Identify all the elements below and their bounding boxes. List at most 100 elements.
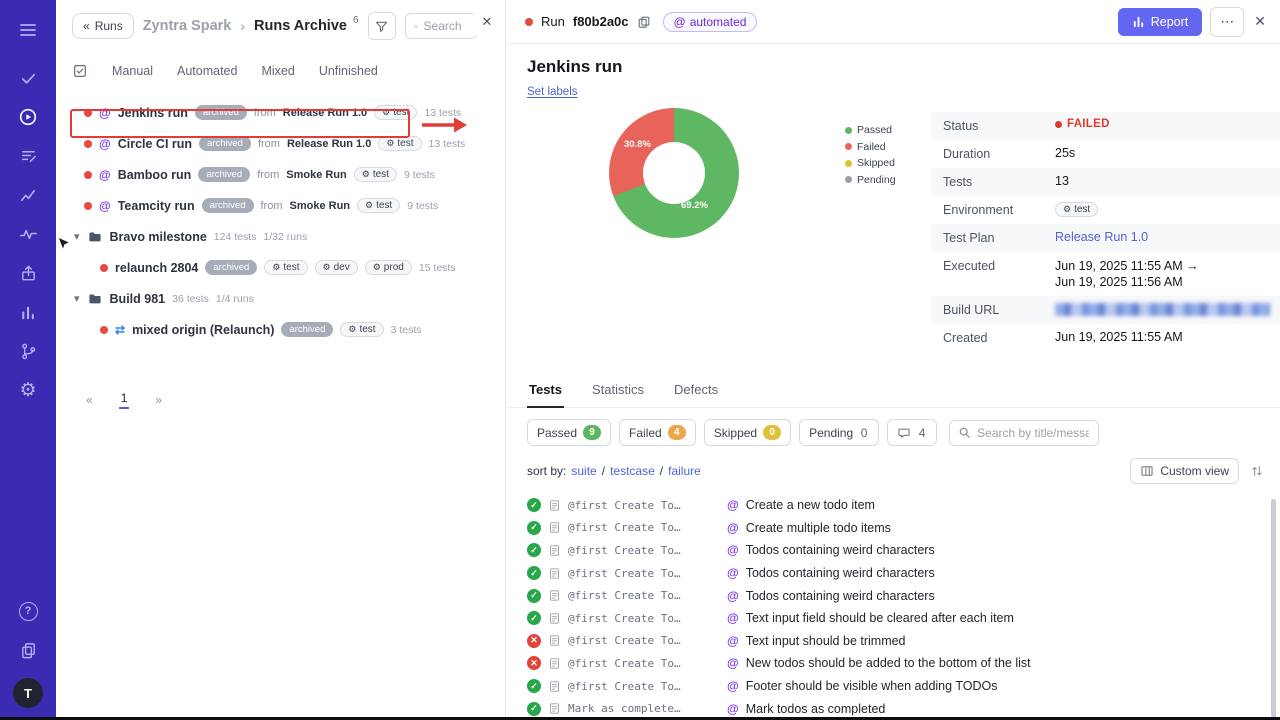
run-row-jenkins[interactable]: @ Jenkins run archived from Release Run … bbox=[56, 97, 505, 128]
tab-statistics[interactable]: Statistics bbox=[590, 372, 646, 407]
runs-check-icon[interactable] bbox=[11, 61, 45, 95]
folder-row-bravo-milestone[interactable]: ▾ Bravo milestone 124 tests 1/32 runs bbox=[56, 221, 505, 252]
test-row[interactable]: ✕ @first Create To… @ New todos should b… bbox=[527, 652, 1260, 675]
chevron-down-icon[interactable]: ▾ bbox=[74, 230, 80, 243]
gear-icon: ⚙ bbox=[382, 108, 390, 117]
copy-run-id-button[interactable] bbox=[637, 15, 651, 29]
passed-icon: ✓ bbox=[527, 589, 541, 603]
test-row[interactable]: ✓ @first Create To… @ Footer should be v… bbox=[527, 675, 1260, 698]
test-row[interactable]: ✓ @first Create To… @ Text input field s… bbox=[527, 607, 1260, 630]
runs-search-box[interactable] bbox=[405, 13, 477, 39]
more-options-button[interactable]: ⋯ bbox=[1210, 7, 1244, 37]
filter-pending-chip[interactable]: Pending0 bbox=[799, 419, 879, 446]
suite-path: @first Create To… bbox=[568, 499, 720, 512]
info-row-status: Status FAILED bbox=[931, 112, 1280, 140]
branches-icon[interactable] bbox=[11, 334, 45, 368]
report-chart-icon bbox=[1132, 15, 1145, 28]
run-row-bamboo[interactable]: @ Bamboo run archived from Smoke Run ⚙te… bbox=[56, 159, 505, 190]
failed-status-dot bbox=[100, 264, 108, 272]
legend-item-pending: Pending bbox=[845, 172, 907, 189]
donut-hole bbox=[643, 142, 705, 204]
folder-icon bbox=[87, 291, 103, 307]
env-badge: ⚙dev bbox=[315, 260, 358, 275]
run-now-icon[interactable] bbox=[11, 100, 45, 134]
detail-tabs: Tests Statistics Defects bbox=[507, 372, 1280, 408]
folder-row-build-981[interactable]: ▾ Build 981 36 tests 1/4 runs bbox=[56, 283, 505, 314]
custom-view-button[interactable]: Custom view bbox=[1130, 458, 1239, 484]
test-row[interactable]: ✓ @first Create To… @ Todos containing w… bbox=[527, 584, 1260, 607]
help-icon[interactable]: ? bbox=[11, 594, 45, 628]
close-detail-button[interactable]: ✕ bbox=[1254, 13, 1266, 30]
report-button[interactable]: Report bbox=[1118, 8, 1203, 36]
settings-gear-icon[interactable]: ⚙ bbox=[11, 373, 45, 407]
filter-skipped-chip[interactable]: Skipped0 bbox=[704, 419, 791, 446]
user-avatar[interactable]: T bbox=[13, 678, 43, 708]
app-window: ⚙ ? T ✕ « Runs Zyntra Spark › Runs Archi… bbox=[0, 0, 1280, 720]
filter-button[interactable] bbox=[368, 12, 396, 40]
tests-search-box[interactable] bbox=[949, 420, 1099, 446]
test-plans-icon[interactable] bbox=[11, 139, 45, 173]
passed-slice-label: 69.2% bbox=[681, 200, 708, 211]
tab-mixed[interactable]: Mixed bbox=[261, 64, 294, 78]
tests-search-input[interactable] bbox=[977, 426, 1089, 440]
next-page-button[interactable]: » bbox=[155, 393, 162, 407]
test-row[interactable]: ✓ @first Create To… @ Create multiple to… bbox=[527, 517, 1260, 540]
filter-comments-chip[interactable]: 4 bbox=[887, 419, 937, 446]
run-row-teamcity[interactable]: @ Teamcity run archived from Smoke Run ⚙… bbox=[56, 190, 505, 221]
tab-manual[interactable]: Manual bbox=[112, 64, 153, 78]
sort-by-testcase-link[interactable]: testcase bbox=[610, 464, 655, 478]
gear-icon: ⚙ bbox=[365, 201, 373, 210]
collapse-sort-icon[interactable] bbox=[1250, 464, 1264, 478]
set-labels-link[interactable]: Set labels bbox=[527, 86, 578, 98]
reports-bars-icon[interactable] bbox=[11, 295, 45, 329]
sort-by-failure-link[interactable]: failure bbox=[668, 464, 701, 478]
suite-path: @first Create To… bbox=[568, 657, 720, 670]
back-to-runs-button[interactable]: « Runs bbox=[72, 13, 134, 39]
run-row-circle-ci[interactable]: @ Circle CI run archived from Release Ru… bbox=[56, 128, 505, 159]
run-title: Jenkins run bbox=[527, 57, 1280, 77]
page-1-button[interactable]: 1 bbox=[119, 391, 130, 409]
gear-icon: ⚙ bbox=[272, 263, 280, 272]
failed-icon: ✕ bbox=[527, 656, 541, 670]
pulse-icon[interactable] bbox=[11, 217, 45, 251]
sort-by-label: sort by: bbox=[527, 464, 566, 478]
automated-badge-label: automated bbox=[690, 15, 747, 29]
search-icon bbox=[958, 426, 971, 439]
tab-unfinished[interactable]: Unfinished bbox=[319, 64, 378, 78]
archived-badge: archived bbox=[281, 322, 333, 337]
build-url-redacted[interactable] bbox=[1055, 303, 1270, 316]
test-row[interactable]: ✕ @first Create To… @ Text input should … bbox=[527, 630, 1260, 653]
gear-icon: ⚙ bbox=[362, 170, 370, 179]
tab-defects[interactable]: Defects bbox=[672, 372, 720, 407]
tests-scrollbar[interactable] bbox=[1271, 499, 1276, 720]
test-row[interactable]: ✓ @first Create To… @ Todos containing w… bbox=[527, 539, 1260, 562]
test-title: Todos containing weird characters bbox=[746, 543, 935, 557]
filter-passed-chip[interactable]: Passed9 bbox=[527, 419, 611, 446]
breadcrumb-project[interactable]: Zyntra Spark bbox=[143, 18, 232, 34]
sort-by-suite-link[interactable]: suite bbox=[571, 464, 596, 478]
run-name: mixed origin (Relaunch) bbox=[132, 323, 274, 337]
runs-search-input[interactable] bbox=[424, 19, 468, 33]
prev-page-button[interactable]: « bbox=[86, 393, 93, 407]
docs-icon[interactable] bbox=[11, 633, 45, 667]
automated-badge[interactable]: @ automated bbox=[663, 12, 758, 32]
close-runs-panel-button[interactable]: ✕ bbox=[474, 9, 500, 35]
tests-count: 13 tests bbox=[429, 138, 466, 150]
test-plan-link[interactable]: Release Run 1.0 bbox=[1055, 230, 1148, 244]
tab-tests[interactable]: Tests bbox=[527, 372, 564, 408]
run-row-relaunch-2804[interactable]: relaunch 2804 archived ⚙test ⚙dev ⚙prod … bbox=[56, 252, 505, 283]
chevron-down-icon[interactable]: ▾ bbox=[74, 292, 80, 305]
menu-icon[interactable] bbox=[11, 13, 45, 47]
test-row[interactable]: ✓ @first Create To… @ Todos containing w… bbox=[527, 562, 1260, 585]
share-box-icon[interactable] bbox=[11, 256, 45, 290]
filter-failed-chip[interactable]: Failed4 bbox=[619, 419, 696, 446]
env-name: prod bbox=[384, 262, 404, 273]
run-row-mixed-origin[interactable]: ⇄ mixed origin (Relaunch) archived ⚙test… bbox=[56, 314, 505, 345]
select-runs-icon[interactable] bbox=[72, 63, 88, 79]
passed-dot bbox=[845, 127, 852, 134]
tab-automated[interactable]: Automated bbox=[177, 64, 237, 78]
info-row-executed: Executed Jun 19, 2025 11:55 AM → Jun 19,… bbox=[931, 252, 1280, 296]
test-row[interactable]: ✓ @first Create To… @ Create a new todo … bbox=[527, 494, 1260, 517]
env-name: test bbox=[283, 262, 299, 273]
analytics-line-icon[interactable] bbox=[11, 178, 45, 212]
